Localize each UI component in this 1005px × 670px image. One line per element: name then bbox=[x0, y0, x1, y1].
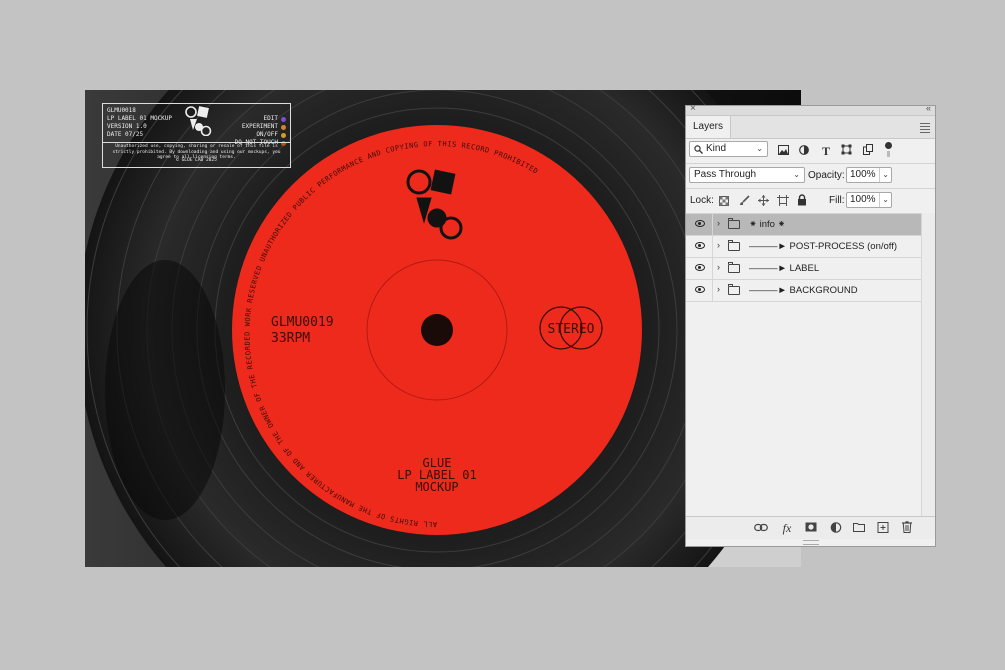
legend-dot bbox=[281, 116, 286, 122]
panel-tab-row: Layers bbox=[686, 116, 935, 139]
filter-kind-label: Kind bbox=[706, 143, 727, 154]
layer-row-label[interactable]: › ———► LABEL bbox=[686, 258, 922, 280]
layers-panel: × « Layers Kind ⌄ T Pass Through ⌄ Opaci… bbox=[685, 103, 936, 547]
eye-icon bbox=[695, 220, 705, 227]
chevron-down-icon: ⌄ bbox=[793, 170, 800, 179]
close-panel-icon[interactable]: × bbox=[690, 103, 696, 114]
panel-resize-grip[interactable] bbox=[803, 540, 819, 545]
smart-object-filter-icon[interactable] bbox=[863, 144, 873, 155]
info-box: GLMU0018 LP LABEL 01 MOCKUP VERSION 1.0 … bbox=[102, 103, 291, 168]
stereo-text: STEREO bbox=[548, 322, 595, 337]
search-icon bbox=[694, 145, 703, 154]
legend-label: EDIT bbox=[263, 115, 278, 122]
fill-label: Fill: bbox=[829, 195, 845, 206]
lock-pixels-brush-icon[interactable] bbox=[739, 195, 750, 206]
filter-row: Kind ⌄ T bbox=[686, 139, 935, 163]
delete-layer-trash-icon[interactable] bbox=[900, 521, 914, 533]
collapse-panel-icon[interactable]: « bbox=[926, 103, 931, 113]
expand-chevron-icon[interactable]: › bbox=[717, 262, 720, 272]
filter-toggle-stem bbox=[887, 151, 890, 157]
opacity-field[interactable]: 100% ⌄ bbox=[846, 167, 892, 183]
pixel-layer-filter-icon[interactable] bbox=[778, 145, 789, 155]
info-line: VERSION 1.0 bbox=[107, 123, 147, 130]
lock-label: Lock: bbox=[690, 195, 714, 206]
fill-value: 100% bbox=[850, 194, 876, 205]
layer-name: ———► POST-PROCESS (on/off) bbox=[749, 241, 898, 252]
link-layers-icon[interactable] bbox=[754, 523, 768, 532]
info-copyright: © GLUE LAB 2025 bbox=[176, 158, 217, 163]
folder-icon bbox=[728, 240, 740, 251]
filter-kind-dropdown[interactable]: Kind ⌄ bbox=[689, 141, 768, 157]
lock-artboard-icon[interactable] bbox=[777, 195, 789, 206]
chevron-down-icon[interactable]: ⌄ bbox=[879, 168, 889, 182]
blend-row: Pass Through ⌄ Opacity: 100% ⌄ bbox=[686, 164, 935, 188]
eye-icon bbox=[695, 286, 705, 293]
rpm-text: 33RPM bbox=[271, 331, 310, 346]
visibility-toggle[interactable] bbox=[686, 258, 713, 279]
eye-icon bbox=[695, 242, 705, 249]
info-line: LP LABEL 01 MOCKUP bbox=[107, 115, 173, 122]
info-line: GLMU0018 bbox=[107, 107, 136, 114]
layer-row-post-process[interactable]: › ———► POST-PROCESS (on/off) bbox=[686, 236, 922, 258]
new-layer-icon[interactable] bbox=[876, 522, 890, 533]
shape-filter-icon[interactable] bbox=[841, 144, 852, 155]
lock-row: Lock: Fill: 100% ⌄ bbox=[686, 189, 935, 213]
layer-name: ⁕ info ⁕ bbox=[749, 219, 786, 230]
adjustment-filter-icon[interactable] bbox=[799, 145, 809, 155]
blend-mode-dropdown[interactable]: Pass Through ⌄ bbox=[689, 167, 805, 183]
layer-name: ———► BACKGROUND bbox=[749, 285, 858, 296]
opacity-label: Opacity: bbox=[808, 170, 845, 181]
lock-position-move-icon[interactable] bbox=[758, 195, 769, 206]
tab-layers[interactable]: Layers bbox=[686, 116, 732, 138]
new-adjustment-layer-icon[interactable] bbox=[829, 522, 843, 533]
chevron-down-icon: ⌄ bbox=[756, 144, 763, 153]
info-logo-icon bbox=[185, 106, 212, 136]
visibility-toggle[interactable] bbox=[686, 214, 713, 235]
layer-row-background[interactable]: › ———► BACKGROUND bbox=[686, 280, 922, 302]
catalog-number: GLMU0019 bbox=[271, 315, 334, 330]
legend-dot bbox=[281, 132, 286, 138]
panel-bottom-bar: fx bbox=[686, 516, 935, 539]
layers-scrollbar[interactable] bbox=[921, 213, 935, 519]
legend-label: EXPERIMENT bbox=[241, 123, 278, 130]
filter-toggle-icon[interactable] bbox=[885, 142, 892, 149]
folder-icon bbox=[728, 218, 740, 229]
expand-chevron-icon[interactable]: › bbox=[717, 240, 720, 250]
info-divider bbox=[103, 142, 290, 143]
visibility-toggle[interactable] bbox=[686, 236, 713, 257]
fill-field[interactable]: 100% ⌄ bbox=[846, 192, 892, 208]
layer-style-fx-icon[interactable]: fx bbox=[780, 521, 794, 536]
eye-icon bbox=[695, 264, 705, 271]
info-line: DATE 07/25 bbox=[107, 131, 144, 138]
type-filter-icon[interactable]: T bbox=[819, 144, 833, 158]
lock-transparency-icon[interactable] bbox=[719, 196, 729, 206]
add-mask-icon[interactable] bbox=[804, 522, 818, 532]
panel-menu-icon[interactable] bbox=[920, 123, 930, 135]
title-line-3: MOCKUP bbox=[415, 480, 458, 494]
panel-titlebar[interactable]: × « bbox=[686, 103, 935, 116]
legend-dot bbox=[281, 124, 286, 130]
expand-chevron-icon[interactable]: › bbox=[717, 218, 720, 228]
expand-chevron-icon[interactable]: › bbox=[717, 284, 720, 294]
folder-icon bbox=[728, 262, 740, 273]
legend-label: ON/OFF bbox=[256, 131, 278, 138]
folder-icon bbox=[728, 284, 740, 295]
chevron-down-icon[interactable]: ⌄ bbox=[879, 193, 889, 207]
new-group-folder-icon[interactable] bbox=[852, 522, 866, 532]
blend-mode-value: Pass Through bbox=[694, 169, 757, 180]
visibility-toggle[interactable] bbox=[686, 280, 713, 301]
opacity-value: 100% bbox=[850, 169, 876, 180]
lock-all-icon[interactable] bbox=[797, 194, 807, 206]
layer-name: ———► LABEL bbox=[749, 263, 820, 274]
layer-row-info[interactable]: › ⁕ info ⁕ bbox=[686, 214, 922, 236]
